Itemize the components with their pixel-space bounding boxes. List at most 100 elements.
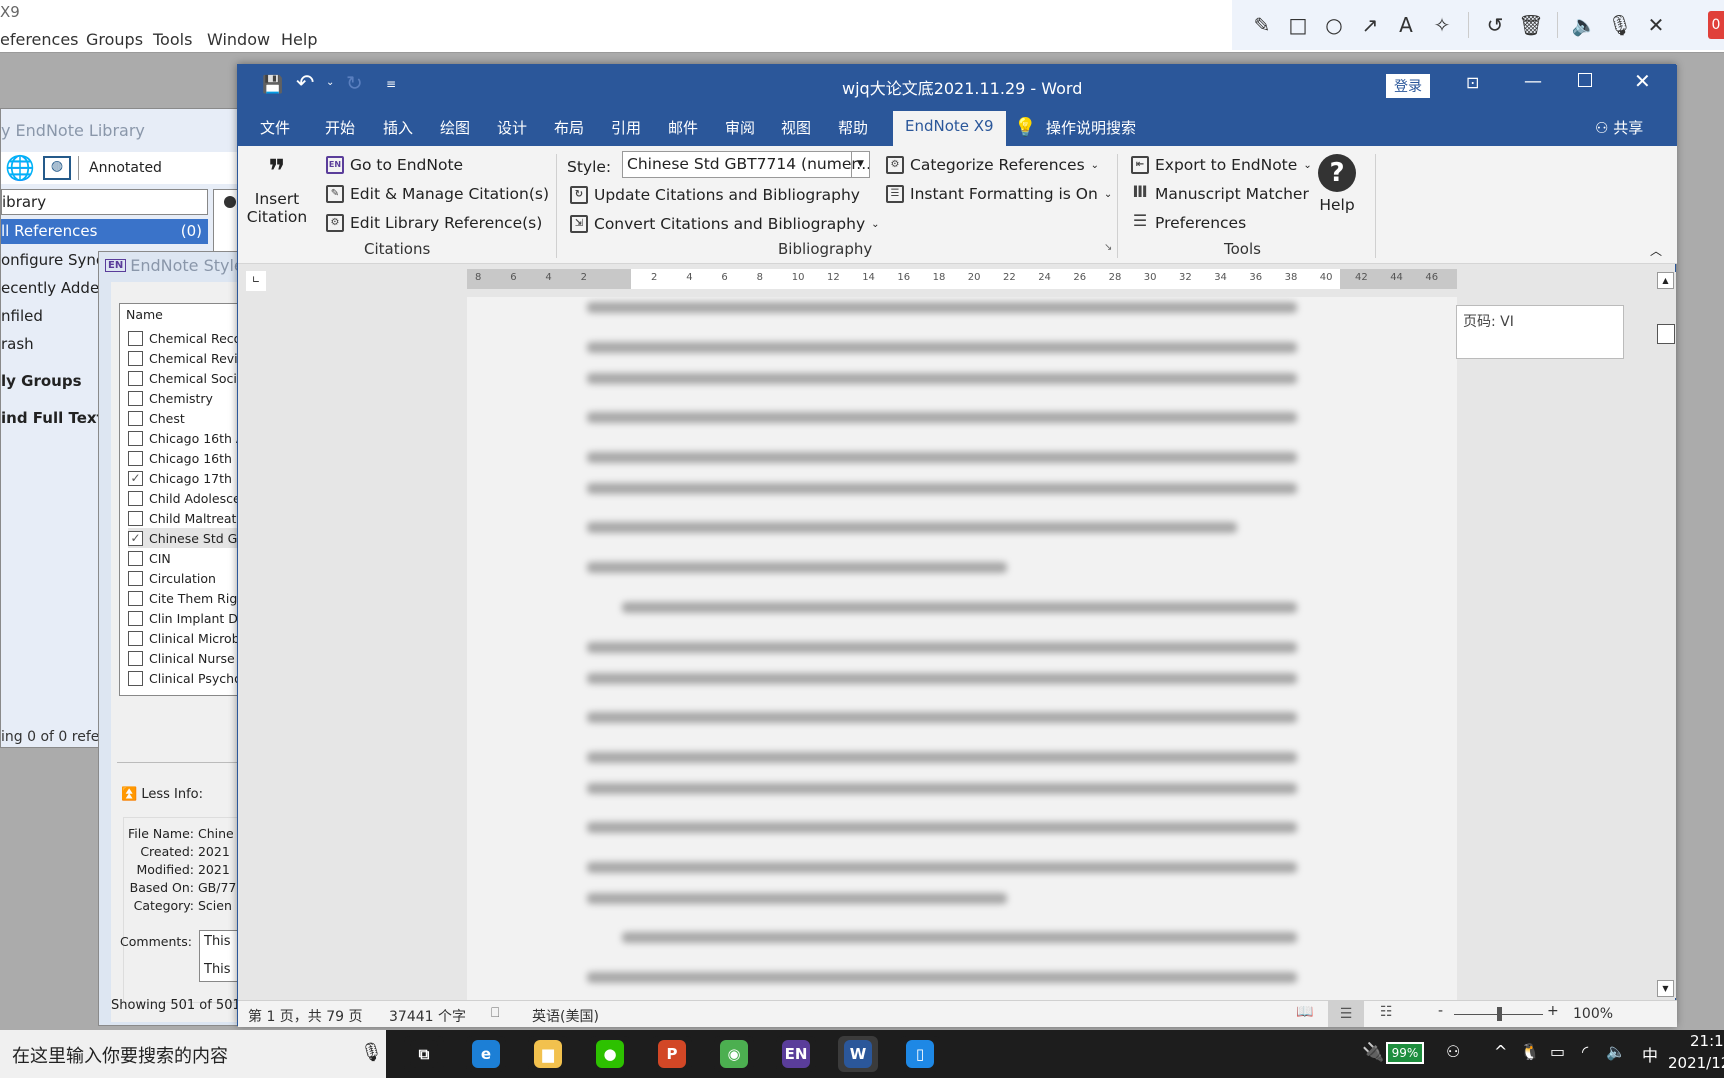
- style-checkbox[interactable]: [128, 510, 143, 526]
- taskbar-endnote-icon[interactable]: EN: [776, 1036, 816, 1072]
- menu-tools[interactable]: Tools: [153, 30, 192, 49]
- text-icon[interactable]: A: [1390, 13, 1422, 37]
- style-checkbox[interactable]: [128, 410, 143, 426]
- trash-icon[interactable]: 🗑: [1515, 13, 1547, 37]
- style-checkbox[interactable]: [128, 450, 143, 466]
- proofing-icon[interactable]: ⎕: [491, 1005, 499, 1021]
- tree-recently-added[interactable]: ecently Added: [1, 279, 109, 297]
- taskbar-wechat-icon[interactable]: ●: [590, 1036, 630, 1072]
- taskbar-search[interactable]: 在这里输入你要搜索的内容 🎙: [0, 1030, 386, 1078]
- tree-find-full-text[interactable]: ind Full Text: [1, 409, 104, 427]
- tree-all-references[interactable]: ll References (0): [1, 219, 208, 244]
- microphone-icon[interactable]: 🎙: [1604, 13, 1636, 37]
- style-checkbox[interactable]: [128, 390, 143, 406]
- library-search[interactable]: ibrary: [1, 189, 208, 215]
- taskbar-chrome-icon[interactable]: ◉: [714, 1036, 754, 1072]
- online-folder-icon[interactable]: ◍: [43, 156, 71, 180]
- tab-mailings[interactable]: 邮件: [668, 117, 698, 138]
- tab-view[interactable]: 视图: [781, 117, 811, 138]
- instant-formatting-button[interactable]: ☰ Instant Formatting is On ⌄: [886, 185, 1112, 203]
- login-button[interactable]: 登录: [1386, 74, 1430, 98]
- tab-endnote-x9[interactable]: EndNote X9: [893, 111, 1006, 146]
- print-layout-icon[interactable]: ☰: [1328, 1001, 1364, 1027]
- style-checkbox[interactable]: [128, 650, 143, 666]
- qq-icon[interactable]: 🐧: [1520, 1042, 1540, 1061]
- magic-wand-icon[interactable]: ✧: [1426, 13, 1458, 37]
- output-style-label[interactable]: Annotated: [89, 160, 162, 176]
- people-icon[interactable]: ⚇: [1446, 1042, 1460, 1061]
- style-checkbox[interactable]: [128, 590, 143, 606]
- menu-references[interactable]: eferences: [0, 30, 79, 49]
- document-page[interactable]: [467, 297, 1457, 1000]
- zoom-level[interactable]: 100%: [1573, 1006, 1613, 1022]
- tab-help[interactable]: 帮助: [838, 117, 868, 138]
- tab-file[interactable]: 文件: [260, 117, 290, 138]
- style-checkbox[interactable]: [128, 630, 143, 646]
- menu-help[interactable]: Help: [281, 30, 317, 49]
- style-checkbox[interactable]: [128, 570, 143, 586]
- taskbar-file-explorer-icon[interactable]: ▆: [528, 1036, 568, 1072]
- tree-trash[interactable]: rash: [1, 335, 34, 353]
- zoom-slider[interactable]: [1454, 1007, 1543, 1021]
- tab-references[interactable]: 引用: [611, 117, 641, 138]
- ribbon-display-icon[interactable]: ⊡: [1466, 73, 1479, 92]
- collapse-ribbon-icon[interactable]: ︿: [1650, 242, 1662, 259]
- minimize-button[interactable]: —: [1524, 71, 1542, 92]
- taskbar-task-view-icon[interactable]: ⧉: [404, 1036, 444, 1072]
- taskbar-word-icon[interactable]: W: [838, 1036, 878, 1072]
- close-icon[interactable]: ✕: [1640, 13, 1672, 37]
- update-citations-button[interactable]: ↻ Update Citations and Bibliography: [570, 186, 860, 204]
- style-checkbox[interactable]: ✓: [128, 470, 143, 486]
- show-hidden-icons[interactable]: ^: [1494, 1042, 1507, 1061]
- manuscript-matcher-button[interactable]: Ⅲ Manuscript Matcher: [1131, 184, 1308, 204]
- customize-qat-icon[interactable]: ≡: [386, 77, 396, 91]
- tab-insert[interactable]: 插入: [383, 117, 413, 138]
- tab-stop-selector[interactable]: ∟: [246, 271, 266, 291]
- web-layout-icon[interactable]: ☷: [1380, 1004, 1393, 1020]
- menu-window[interactable]: Window: [207, 30, 270, 49]
- tab-design[interactable]: 设计: [497, 117, 527, 138]
- record-badge[interactable]: 0: [1708, 11, 1724, 39]
- export-to-endnote-button[interactable]: ⇤ Export to EndNote ⌄: [1131, 156, 1312, 174]
- taskbar-phone-icon[interactable]: ▯: [900, 1036, 940, 1072]
- tab-review[interactable]: 审阅: [725, 117, 755, 138]
- less-info-toggle[interactable]: ⏫ Less Info:: [121, 787, 203, 802]
- edit-manage-citations-button[interactable]: ✎ Edit & Manage Citation(s): [326, 185, 549, 203]
- help-button[interactable]: ? Help: [1318, 154, 1356, 214]
- categorize-references-button[interactable]: ⚙ Categorize References ⌄: [886, 156, 1099, 174]
- clock-date[interactable]: 2021/12: [1668, 1054, 1724, 1072]
- arrow-icon[interactable]: ↗: [1354, 13, 1386, 37]
- taskbar-powerpoint-icon[interactable]: P: [652, 1036, 692, 1072]
- clock-time[interactable]: 21:14: [1690, 1032, 1724, 1050]
- menu-groups[interactable]: Groups: [86, 30, 143, 49]
- style-checkbox[interactable]: [128, 330, 143, 346]
- battery-tray-icon[interactable]: ▭: [1550, 1042, 1565, 1061]
- page-number-comment[interactable]: 页码: VI: [1456, 305, 1624, 359]
- undo-icon[interactable]: ↺: [1479, 13, 1511, 37]
- tell-me-search[interactable]: 操作说明搜索: [1046, 117, 1136, 138]
- battery-indicator[interactable]: 99%: [1386, 1042, 1424, 1064]
- speaker-icon[interactable]: 🔈: [1568, 13, 1600, 37]
- taskbar-edge-icon[interactable]: e: [466, 1036, 506, 1072]
- edit-library-reference-button[interactable]: ⚙ Edit Library Reference(s): [326, 214, 542, 232]
- language[interactable]: 英语(美国): [532, 1006, 599, 1026]
- style-checkbox[interactable]: [128, 610, 143, 626]
- style-checkbox[interactable]: ✓: [128, 530, 143, 546]
- undo-dropdown-icon[interactable]: ⌄: [326, 77, 334, 88]
- globe-icon[interactable]: 🌐: [5, 154, 35, 182]
- go-to-endnote-button[interactable]: EN Go to EndNote: [326, 156, 463, 174]
- scroll-up-button[interactable]: ▲: [1657, 272, 1674, 289]
- style-select[interactable]: Chinese Std GBT7714 (numer... ▼: [622, 151, 870, 178]
- tree-unfiled[interactable]: nfiled: [1, 307, 43, 325]
- tab-draw[interactable]: 绘图: [440, 117, 470, 138]
- microphone-icon[interactable]: 🎙: [360, 1042, 383, 1063]
- circle-icon[interactable]: ○: [1318, 13, 1350, 37]
- volume-icon[interactable]: 🔈: [1606, 1042, 1626, 1061]
- vertical-scrollbar[interactable]: ▲ ▼: [1656, 272, 1676, 998]
- maximize-button[interactable]: [1578, 73, 1592, 87]
- zoom-out-button[interactable]: -: [1438, 1003, 1443, 1019]
- chevron-down-icon[interactable]: ▼: [851, 152, 869, 177]
- preferences-button[interactable]: ☰ Preferences: [1131, 213, 1246, 233]
- word-count[interactable]: 37441 个字: [389, 1006, 466, 1026]
- wifi-icon[interactable]: ◜: [1582, 1042, 1588, 1061]
